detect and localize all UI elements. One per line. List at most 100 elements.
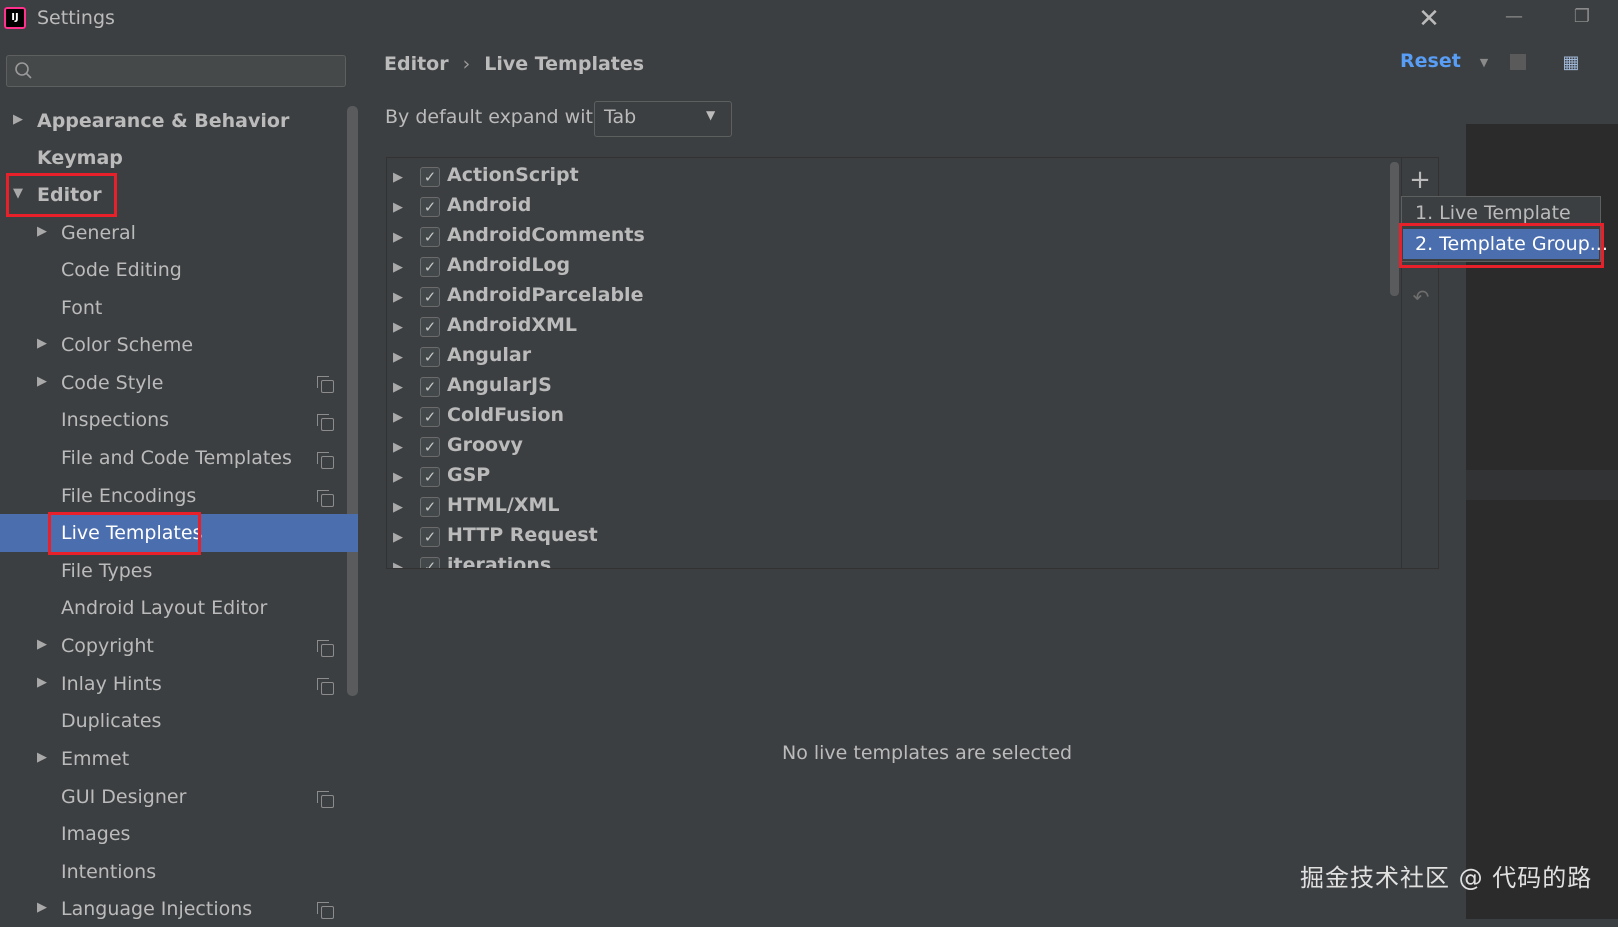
list-scrollbar[interactable]: [1390, 162, 1399, 296]
chevron-right-icon[interactable]: ▶: [13, 112, 23, 127]
list-item[interactable]: ▶ ✓ Angular: [387, 343, 1387, 373]
sidebar-item-general[interactable]: General: [61, 215, 136, 251]
list-item[interactable]: ▶ ✓ AngularJS: [387, 373, 1387, 403]
sidebar-item-keymap[interactable]: Keymap: [37, 140, 123, 176]
sidebar-item-code-style[interactable]: Code Style: [61, 365, 163, 401]
group-checkbox[interactable]: ✓: [420, 377, 440, 397]
chevron-right-icon[interactable]: ▶: [393, 530, 403, 545]
chevron-right-icon[interactable]: ▶: [393, 320, 403, 335]
chevron-right-icon[interactable]: ▶: [393, 470, 403, 485]
group-checkbox[interactable]: ✓: [420, 227, 440, 247]
chevron-right-icon[interactable]: ▶: [393, 170, 403, 185]
title-bar: [0, 0, 1466, 38]
stop-icon[interactable]: [1510, 54, 1526, 70]
minimize-icon[interactable]: —: [1500, 6, 1528, 27]
project-scope-icon: [317, 640, 334, 657]
sidebar-item-android-layout-editor[interactable]: Android Layout Editor: [61, 590, 267, 626]
window-title: Settings: [37, 7, 115, 29]
sidebar-item-appearance-behavior[interactable]: Appearance & Behavior: [37, 103, 289, 139]
chevron-right-icon[interactable]: ▶: [37, 336, 47, 351]
project-scope-icon: [317, 678, 334, 695]
sidebar-item-file-types[interactable]: File Types: [61, 553, 152, 589]
group-checkbox[interactable]: ✓: [420, 287, 440, 307]
group-name: Android: [447, 194, 532, 216]
sidebar-scrollbar[interactable]: [347, 106, 358, 696]
group-checkbox[interactable]: ✓: [420, 347, 440, 367]
project-structure-icon[interactable]: ▦: [1558, 52, 1584, 73]
group-checkbox[interactable]: ✓: [420, 167, 440, 187]
chevron-right-icon[interactable]: ▶: [393, 230, 403, 245]
chevron-down-icon[interactable]: ▼: [1476, 56, 1492, 69]
group-checkbox[interactable]: ✓: [420, 497, 440, 517]
sidebar-item-duplicates[interactable]: Duplicates: [61, 703, 161, 739]
sidebar-item-intentions[interactable]: Intentions: [61, 854, 156, 890]
sidebar-item-inspections[interactable]: Inspections: [61, 402, 169, 438]
sidebar-item-color-scheme[interactable]: Color Scheme: [61, 327, 193, 363]
chevron-right-icon[interactable]: ▶: [393, 350, 403, 365]
chevron-right-icon[interactable]: ▶: [393, 440, 403, 455]
chevron-right-icon[interactable]: ▶: [37, 675, 47, 690]
breadcrumb: Editor › Live Templates: [384, 48, 644, 80]
intellij-app-icon: IJ: [4, 7, 26, 29]
sidebar-item-copyright[interactable]: Copyright: [61, 628, 154, 664]
breadcrumb-editor[interactable]: Editor: [384, 53, 449, 75]
sidebar-item-emmet[interactable]: Emmet: [61, 741, 129, 777]
list-item[interactable]: ▶ ✓ iterations: [387, 553, 1387, 568]
group-checkbox[interactable]: ✓: [420, 407, 440, 427]
chevron-right-icon[interactable]: ▶: [393, 200, 403, 215]
chevron-right-icon[interactable]: ▶: [37, 750, 47, 765]
list-item[interactable]: ▶ ✓ ActionScript: [387, 163, 1387, 193]
list-item[interactable]: ▶ ✓ AndroidLog: [387, 253, 1387, 283]
undo-icon[interactable]: ↶: [1410, 285, 1432, 309]
group-name: AndroidParcelable: [447, 284, 644, 306]
group-name: AndroidComments: [447, 224, 645, 246]
search-input[interactable]: [6, 55, 346, 87]
list-item[interactable]: ▶ ✓ ColdFusion: [387, 403, 1387, 433]
chevron-right-icon[interactable]: ▶: [37, 374, 47, 389]
chevron-right-icon[interactable]: ▶: [393, 260, 403, 275]
sidebar-item-file-code-templates[interactable]: File and Code Templates: [61, 440, 292, 476]
list-item[interactable]: ▶ ✓ HTTP Request: [387, 523, 1387, 553]
chevron-right-icon[interactable]: ▶: [393, 410, 403, 425]
group-name: HTML/XML: [447, 494, 560, 516]
sidebar-item-inlay-hints[interactable]: Inlay Hints: [61, 666, 162, 702]
chevron-right-icon[interactable]: ▶: [393, 560, 403, 568]
reset-button[interactable]: Reset: [1400, 50, 1461, 72]
list-item[interactable]: ▶ ✓ AndroidComments: [387, 223, 1387, 253]
group-name: HTTP Request: [447, 524, 598, 546]
chevron-right-icon[interactable]: ▶: [37, 637, 47, 652]
restore-icon[interactable]: ❐: [1568, 6, 1596, 27]
group-checkbox[interactable]: ✓: [420, 557, 440, 568]
close-button[interactable]: ✕: [1414, 4, 1444, 34]
group-name: AndroidLog: [447, 254, 571, 276]
list-item[interactable]: ▶ ✓ Android: [387, 193, 1387, 223]
background-tab-strip: [1466, 88, 1618, 124]
group-checkbox[interactable]: ✓: [420, 467, 440, 487]
add-button[interactable]: +: [1406, 166, 1434, 194]
sidebar-item-font[interactable]: Font: [61, 290, 102, 326]
chevron-right-icon[interactable]: ▶: [37, 900, 47, 915]
chevron-right-icon[interactable]: ▶: [37, 224, 47, 239]
group-checkbox[interactable]: ✓: [420, 197, 440, 217]
search-icon: [14, 61, 34, 81]
group-checkbox[interactable]: ✓: [420, 317, 440, 337]
group-checkbox[interactable]: ✓: [420, 257, 440, 277]
sidebar-item-file-encodings[interactable]: File Encodings: [61, 478, 196, 514]
sidebar-item-gui-designer[interactable]: GUI Designer: [61, 779, 186, 815]
list-item[interactable]: ▶ ✓ AndroidXML: [387, 313, 1387, 343]
chevron-right-icon[interactable]: ▶: [393, 500, 403, 515]
breadcrumb-separator: ›: [462, 53, 471, 75]
group-name: AndroidXML: [447, 314, 578, 336]
group-checkbox[interactable]: ✓: [420, 527, 440, 547]
list-item[interactable]: ▶ ✓ AndroidParcelable: [387, 283, 1387, 313]
list-item[interactable]: ▶ ✓ Groovy: [387, 433, 1387, 463]
chevron-right-icon[interactable]: ▶: [393, 290, 403, 305]
sidebar-item-images[interactable]: Images: [61, 816, 130, 852]
sidebar-item-language-injections[interactable]: Language Injections: [61, 891, 252, 920]
list-item[interactable]: ▶ ✓ GSP: [387, 463, 1387, 493]
group-checkbox[interactable]: ✓: [420, 437, 440, 457]
list-item[interactable]: ▶ ✓ HTML/XML: [387, 493, 1387, 523]
annotation-box-editor: [6, 173, 117, 217]
chevron-right-icon[interactable]: ▶: [393, 380, 403, 395]
sidebar-item-code-editing[interactable]: Code Editing: [61, 252, 182, 288]
